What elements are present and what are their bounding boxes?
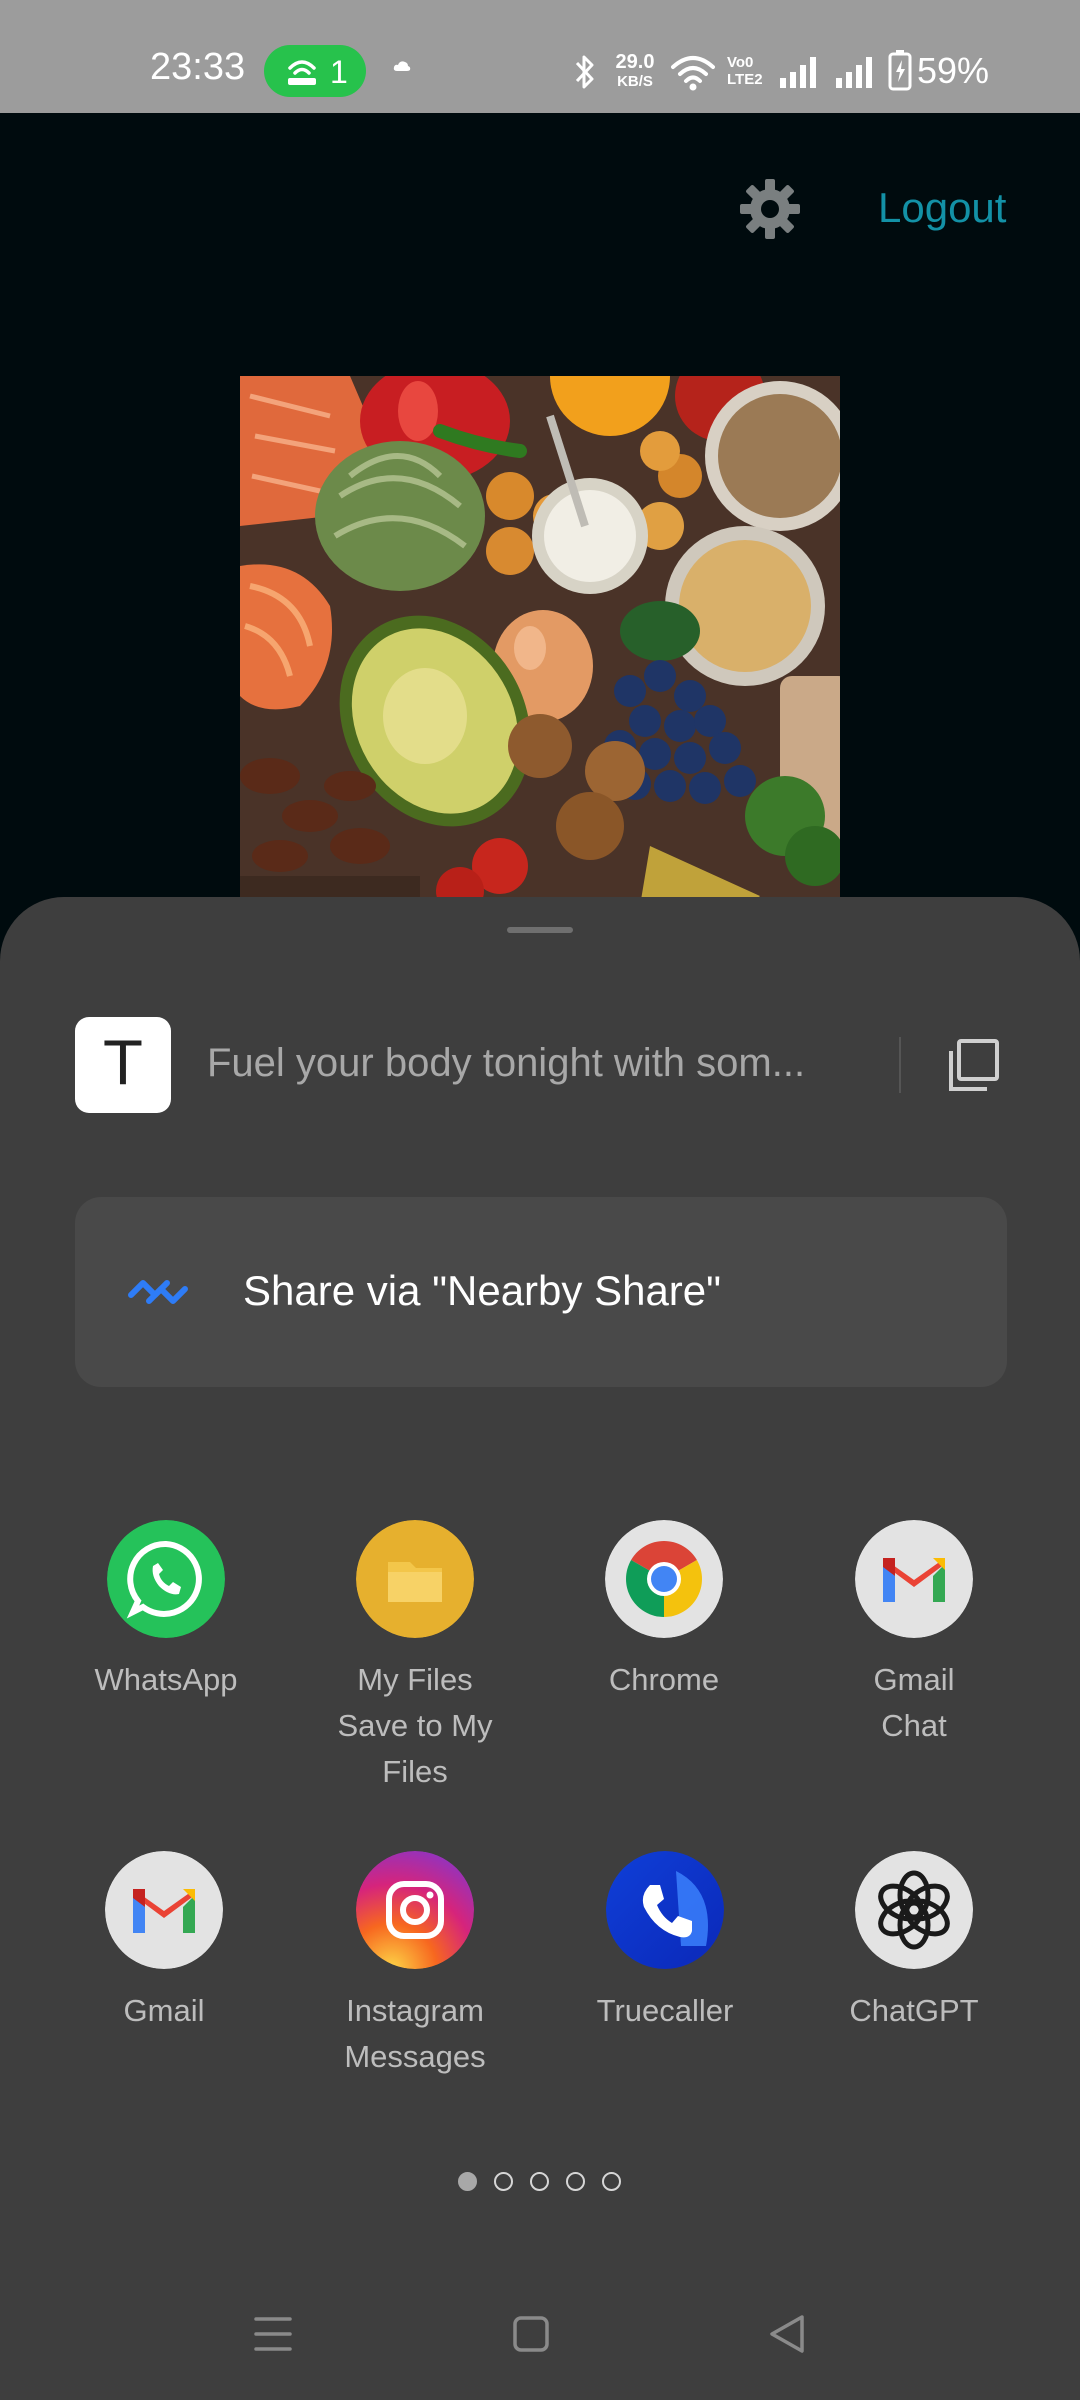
text-cursor-icon: T bbox=[104, 1029, 142, 1099]
page-dot-2[interactable] bbox=[494, 2172, 513, 2191]
app-label-line1: Gmail bbox=[873, 1662, 955, 1697]
gmail-icon bbox=[855, 1520, 973, 1638]
app-label: Instagram Messages bbox=[290, 1988, 540, 2080]
text-thumbnail: T bbox=[75, 1017, 171, 1113]
app-label-line2: Messages bbox=[344, 2039, 486, 2074]
app-label-line1: Chrome bbox=[608, 1662, 720, 1697]
volte-line2: LTE2 bbox=[727, 71, 763, 88]
volte-indicator: Vo0 LTE2 bbox=[727, 54, 763, 88]
app-label: ChatGPT bbox=[789, 1988, 1039, 2034]
instagram-icon bbox=[356, 1851, 474, 1969]
network-speed-value: 29.0 bbox=[615, 51, 655, 73]
app-label-line1: WhatsApp bbox=[94, 1662, 238, 1697]
network-speed-unit: KB/S bbox=[617, 73, 653, 90]
app-label-line1: Truecaller bbox=[596, 1993, 734, 2028]
volte-line1: Vo0 bbox=[727, 54, 754, 71]
app-label-line1: Instagram bbox=[346, 1993, 484, 2028]
share-sheet: T Fuel your body tonight with som... Sha… bbox=[0, 897, 1080, 2400]
app-label: Gmail bbox=[39, 1988, 289, 2034]
recent-apps-icon[interactable] bbox=[254, 2315, 292, 2353]
app-label-line3: Files bbox=[382, 1754, 448, 1789]
app-label-line1: Gmail bbox=[123, 1993, 205, 2028]
signal-icon-sim2 bbox=[836, 57, 872, 88]
page-dot-4[interactable] bbox=[566, 2172, 585, 2191]
truecaller-icon bbox=[606, 1851, 724, 1969]
nearby-share-button[interactable]: Share via "Nearby Share" bbox=[75, 1197, 1007, 1387]
food-photo bbox=[240, 376, 840, 906]
bluetooth-icon bbox=[575, 55, 594, 89]
whatsapp-icon bbox=[107, 1520, 225, 1638]
folder-icon bbox=[356, 1520, 474, 1638]
battery-icon bbox=[888, 50, 912, 91]
app-label: Gmail Chat bbox=[789, 1657, 1039, 1749]
home-icon[interactable] bbox=[513, 2316, 549, 2352]
battery-percent: 59% bbox=[917, 50, 990, 91]
drag-handle[interactable] bbox=[507, 927, 573, 933]
signal-icon-sim1 bbox=[780, 57, 816, 88]
status-bar: 23:33 1 29.0 KB/S Vo0 LTE2 59% bbox=[0, 0, 1080, 113]
chatgpt-icon bbox=[855, 1851, 973, 1969]
preview-text: Fuel your body tonight with som... bbox=[207, 1041, 806, 1085]
wifi-icon bbox=[671, 56, 715, 91]
app-label: My Files Save to My Files bbox=[290, 1657, 540, 1795]
gmail-icon bbox=[105, 1851, 223, 1969]
status-time: 23:33 bbox=[150, 46, 246, 88]
page-dot-3[interactable] bbox=[530, 2172, 549, 2191]
logout-button[interactable]: Logout bbox=[878, 184, 1006, 232]
page-dot-1[interactable] bbox=[458, 2172, 477, 2191]
chrome-icon bbox=[605, 1520, 723, 1638]
app-label: Chrome bbox=[539, 1657, 789, 1703]
hotspot-count: 1 bbox=[330, 54, 348, 90]
network-speed: 29.0 KB/S bbox=[609, 52, 661, 92]
app-label-line2: Chat bbox=[881, 1708, 947, 1743]
app-label: Truecaller bbox=[540, 1988, 790, 2034]
shared-text-preview: T Fuel your body tonight with som... bbox=[75, 1017, 1005, 1113]
app-label-line1: My Files bbox=[357, 1662, 473, 1697]
hotspot-indicator[interactable]: 1 bbox=[264, 45, 366, 97]
page-dot-5[interactable] bbox=[602, 2172, 621, 2191]
app-label-line2: Save to My bbox=[337, 1708, 493, 1743]
gear-icon[interactable] bbox=[738, 177, 802, 241]
app-label: WhatsApp bbox=[41, 1657, 291, 1703]
nearby-share-icon bbox=[128, 1280, 188, 1304]
app-label-line1: ChatGPT bbox=[849, 1993, 979, 2028]
food-image bbox=[240, 376, 840, 906]
back-icon[interactable] bbox=[768, 2313, 806, 2355]
divider bbox=[899, 1037, 901, 1093]
copy-icon[interactable] bbox=[945, 1037, 1001, 1093]
nearby-share-label: Share via "Nearby Share" bbox=[243, 1267, 722, 1314]
cloud-icon bbox=[393, 61, 411, 71]
hotspot-icon bbox=[288, 60, 316, 85]
